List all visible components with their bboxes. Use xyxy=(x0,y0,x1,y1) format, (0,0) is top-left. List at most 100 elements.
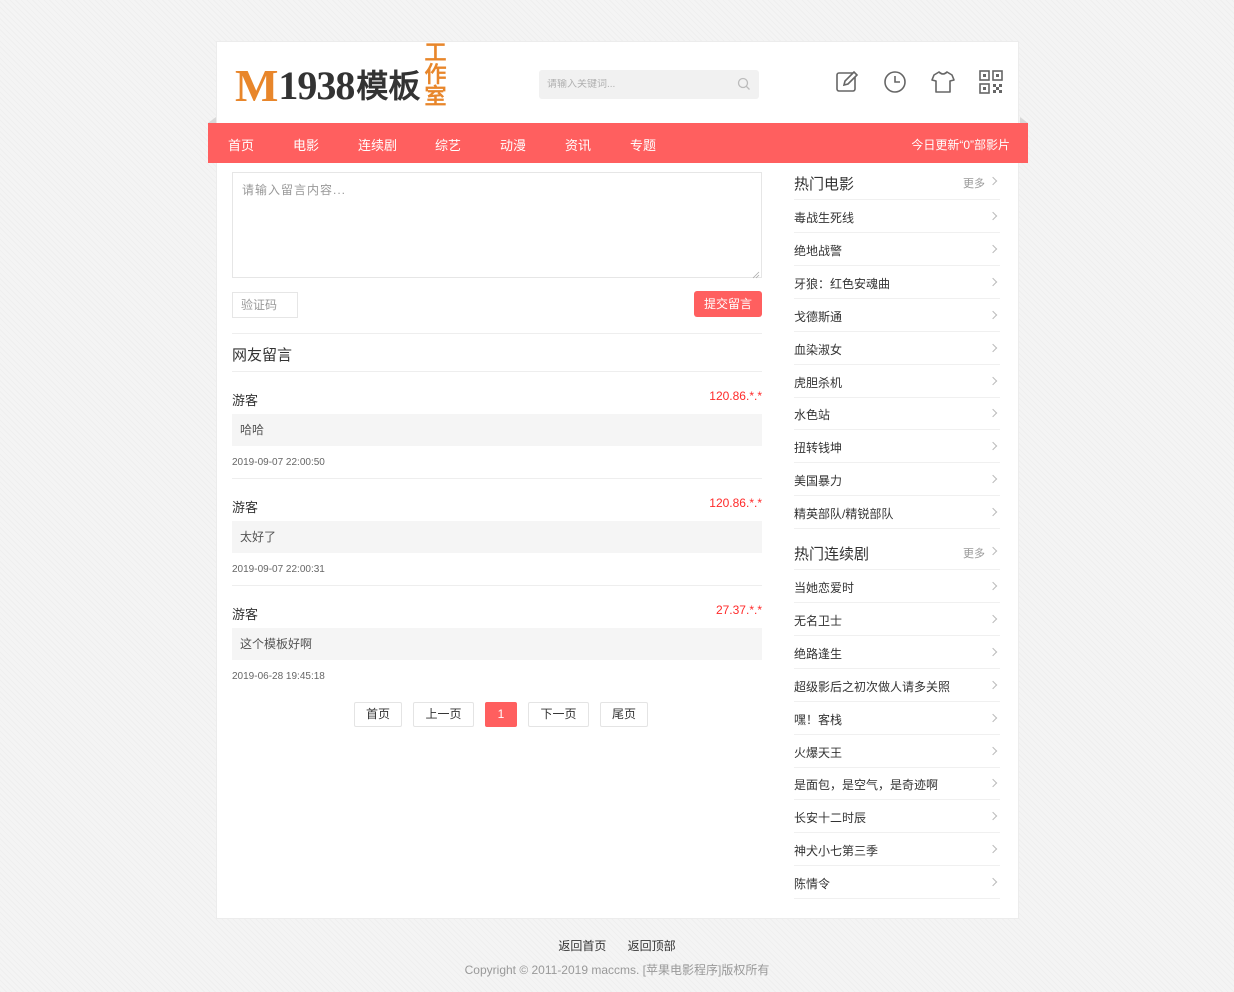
comment-ip: 27.37.*.* xyxy=(715,603,762,617)
divider xyxy=(232,585,762,586)
side-list-item[interactable]: 陈情令 xyxy=(794,866,1000,900)
chevron-right-icon xyxy=(988,277,998,287)
divider xyxy=(232,371,762,372)
nav-item-series[interactable]: 连续剧 xyxy=(358,135,397,154)
side-list-item[interactable]: 水色站 xyxy=(794,397,1000,431)
side-list-item[interactable]: 血染淑女 xyxy=(794,332,1000,365)
chevron-right-icon xyxy=(988,746,998,755)
nav-item-anime[interactable]: 动漫 xyxy=(500,135,526,154)
side-list-item[interactable]: 当她恋爱时 xyxy=(794,570,1000,603)
chevron-right-icon xyxy=(988,474,998,484)
comment-ip: 120.86.*.* xyxy=(709,389,762,403)
side-item-title: 无名卫士 xyxy=(794,613,843,628)
pager-next[interactable]: 下一页 xyxy=(528,702,589,727)
side-list-item[interactable]: 神犬小七第三季 xyxy=(794,833,1000,867)
side-list-item[interactable]: 戈德斯通 xyxy=(794,299,1000,332)
side-list-item[interactable]: 精英部队/精锐部队 xyxy=(794,496,1000,530)
side-item-title: 绝路逢生 xyxy=(794,646,843,661)
nav-item-home[interactable]: 首页 xyxy=(228,135,254,154)
comment-time: 2019-06-28 19:45:18 xyxy=(232,671,325,682)
search-icon[interactable] xyxy=(737,77,751,94)
hot-movies-more-link[interactable]: 更多 xyxy=(963,175,985,191)
chevron-right-icon xyxy=(988,409,998,418)
qrcode-icon[interactable] xyxy=(978,69,1004,95)
hot-series-title: 热门连续剧 xyxy=(794,546,870,563)
side-list-item[interactable]: 虎胆杀机 xyxy=(794,365,1000,398)
site-logo[interactable]: M 1938 模板 工作室 xyxy=(235,42,454,111)
comment-text: 这个模板好啊 xyxy=(232,628,762,660)
chevron-right-icon xyxy=(988,343,998,352)
side-list-item[interactable]: 绝路逢生 xyxy=(794,636,1000,669)
submit-message-button[interactable]: 提交留言 xyxy=(694,291,762,317)
side-list-item[interactable]: 长安十二时辰 xyxy=(794,800,1000,834)
divider xyxy=(232,333,762,334)
side-item-title: 虎胆杀机 xyxy=(794,375,843,390)
side-list-item[interactable]: 火爆天王 xyxy=(794,735,1000,768)
captcha-input[interactable]: 验证码 xyxy=(232,292,298,318)
pager-last[interactable]: 尾页 xyxy=(600,702,648,727)
hot-series-more-link[interactable]: 更多 xyxy=(963,545,985,561)
side-list-item[interactable]: 绝地战警 xyxy=(794,233,1000,266)
side-list-item[interactable]: 美国暴力 xyxy=(794,463,1000,497)
chevron-right-icon xyxy=(988,376,998,385)
chevron-right-icon xyxy=(988,877,998,887)
comment-text: 太好了 xyxy=(232,521,762,553)
pager-prev[interactable]: 上一页 xyxy=(413,702,474,727)
hot-movies-title: 热门电影 xyxy=(794,176,855,193)
back-home-link[interactable]: 返回首页 xyxy=(558,939,606,953)
comment-ip: 120.86.*.* xyxy=(709,496,762,510)
chevron-right-icon xyxy=(988,211,998,221)
search-box xyxy=(539,70,759,99)
side-list-item[interactable]: 扭转钱坤 xyxy=(794,430,1000,464)
comment-user: 游客 xyxy=(232,607,259,622)
side-item-title: 美国暴力 xyxy=(794,474,843,489)
nav-item-topic[interactable]: 专题 xyxy=(630,135,656,154)
pager-first[interactable]: 首页 xyxy=(354,702,402,727)
side-item-title: 当她恋爱时 xyxy=(794,581,855,595)
back-top-link[interactable]: 返回顶部 xyxy=(628,939,676,953)
chevron-right-icon xyxy=(988,442,998,451)
today-update: 今日更新“0”部影片 xyxy=(911,138,1010,152)
side-item-title: 牙狼：红色安魂曲 xyxy=(794,276,891,291)
comment-user: 游客 xyxy=(232,500,259,515)
nav-item-movie[interactable]: 电影 xyxy=(293,135,319,154)
side-list-item[interactable]: 超级影后之初次做人请多关照 xyxy=(794,669,1000,702)
divider xyxy=(232,478,762,479)
edit-icon[interactable] xyxy=(834,69,860,95)
logo-letter: M xyxy=(235,60,279,111)
comments-title: 网友留言 xyxy=(232,347,293,364)
message-textarea[interactable] xyxy=(232,172,762,278)
side-list-item[interactable]: 嘿！客栈 xyxy=(794,702,1000,735)
comment-time: 2019-09-07 22:00:50 xyxy=(232,457,325,468)
chevron-right-icon xyxy=(988,812,998,821)
side-item-title: 嘿！客栈 xyxy=(794,712,843,727)
side-item-title: 长安十二时辰 xyxy=(794,811,867,826)
chevron-right-icon xyxy=(988,507,998,517)
nav-item-variety[interactable]: 综艺 xyxy=(435,135,461,154)
history-icon[interactable] xyxy=(882,69,908,95)
logo-text: 模板 xyxy=(356,67,421,105)
side-list-item[interactable]: 牙狼：红色安魂曲 xyxy=(794,266,1000,299)
resize-grip-icon[interactable] xyxy=(752,268,760,279)
side-list-item[interactable]: 是面包，是空气，是奇迹啊 xyxy=(794,767,1000,801)
logo-subtext: 工作室 xyxy=(424,40,447,110)
side-list-item[interactable]: 毒战生死线 xyxy=(794,200,1000,233)
footer-links: 返回首页 返回顶部 xyxy=(0,937,1234,954)
search-input[interactable] xyxy=(547,79,737,90)
chevron-right-icon xyxy=(988,713,998,722)
chevron-right-icon xyxy=(988,581,998,591)
side-item-title: 神犬小七第三季 xyxy=(794,844,879,859)
skin-icon[interactable] xyxy=(930,69,956,95)
pager-current[interactable]: 1 xyxy=(485,702,517,727)
chevron-right-icon xyxy=(988,844,998,854)
side-item-title: 水色站 xyxy=(794,408,831,423)
side-item-title: 毒战生死线 xyxy=(794,211,855,225)
chevron-right-icon xyxy=(988,680,998,689)
chevron-right-icon xyxy=(988,244,998,254)
side-item-title: 扭转钱坤 xyxy=(794,441,843,456)
nav-item-news[interactable]: 资讯 xyxy=(565,135,591,154)
side-item-title: 血染淑女 xyxy=(794,342,843,357)
chevron-right-icon xyxy=(988,647,998,657)
header-icons xyxy=(834,69,1004,95)
side-list-item[interactable]: 无名卫士 xyxy=(794,603,1000,636)
